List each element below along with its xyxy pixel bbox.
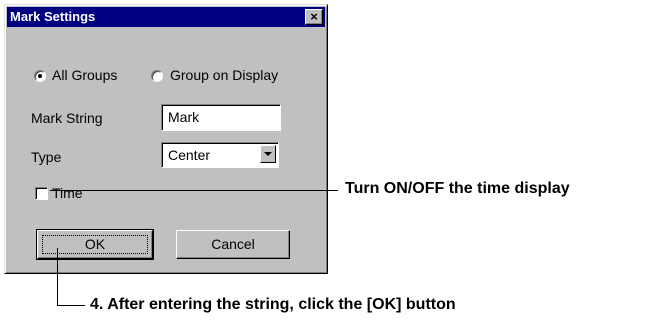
mark-settings-dialog: Mark Settings × All Groups Group on Disp… (4, 4, 328, 274)
type-label: Type (31, 149, 62, 165)
radio-group-on-display-label[interactable]: Group on Display (170, 67, 278, 83)
chevron-down-icon[interactable] (260, 145, 276, 163)
mark-string-label: Mark String (31, 110, 103, 126)
time-callout-line (50, 190, 338, 191)
title-bar[interactable]: Mark Settings × (7, 7, 325, 27)
time-checkbox-label[interactable]: Time (52, 185, 83, 201)
radio-all-groups-label[interactable]: All Groups (52, 67, 117, 83)
dialog-title: Mark Settings (10, 9, 96, 24)
type-select-value: Center (168, 147, 211, 163)
type-select[interactable]: Center (161, 142, 279, 168)
ok-annotation: 4. After entering the string, click the … (90, 296, 456, 313)
cancel-button[interactable]: Cancel (176, 230, 290, 259)
cancel-button-label: Cancel (211, 236, 255, 252)
radio-selected-dot (38, 74, 42, 78)
ok-button[interactable]: OK (36, 229, 154, 260)
mark-string-input[interactable]: Mark (161, 104, 281, 131)
ok-callout-line-horizontal (57, 305, 85, 306)
time-checkbox[interactable] (35, 187, 48, 200)
radio-group-on-display[interactable] (151, 70, 163, 82)
ok-callout-line-vertical (57, 248, 58, 306)
close-icon: × (310, 9, 318, 24)
close-button[interactable]: × (305, 9, 323, 25)
time-annotation: Turn ON/OFF the time display (345, 180, 570, 197)
radio-all-groups[interactable] (34, 70, 46, 82)
